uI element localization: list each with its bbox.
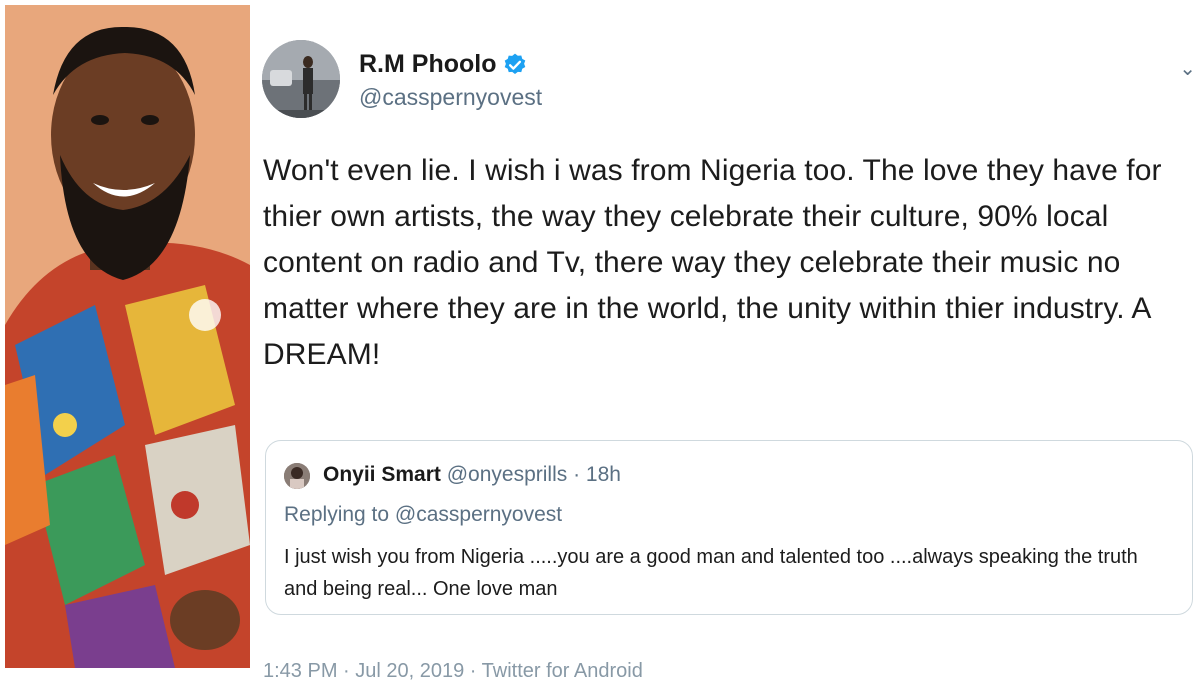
quoted-author-name[interactable]: Onyii Smart (323, 463, 441, 486)
author-avatar[interactable] (262, 40, 340, 118)
quoted-tweet[interactable]: Onyii Smart @onyesprills · 18h Replying … (265, 440, 1193, 615)
chevron-down-icon[interactable]: ⌄ (1179, 56, 1196, 81)
quoted-tweet-text: I just wish you from Nigeria .....you ar… (284, 546, 1138, 600)
quoted-author-handle[interactable]: @onyesprills (447, 463, 568, 486)
header-separator: · (567, 463, 586, 486)
author-name-text[interactable]: R.M Phoolo (359, 50, 496, 79)
verified-badge-icon (502, 52, 528, 78)
tweet-footer: 1:43 PM · Jul 20, 2019 · Twitter for And… (263, 660, 643, 682)
quoted-author-avatar[interactable] (284, 463, 310, 489)
tweet-text: Won't even lie. I wish i was from Nigeri… (263, 154, 1162, 371)
panel-divider (250, 0, 258, 675)
quoted-tweet-header: Onyii Smart @onyesprills · 18h (323, 463, 621, 487)
replying-to[interactable]: Replying to @casspernyovest (284, 503, 562, 527)
quoted-tweet-time[interactable]: 18h (586, 463, 621, 486)
author-handle[interactable]: @casspernyovest (359, 84, 542, 111)
tweet-card: R.M Phoolo @casspernyovest ⌄ Won't even … (258, 0, 1200, 682)
author-name[interactable]: R.M Phoolo (359, 50, 528, 79)
profile-photo (5, 5, 250, 668)
